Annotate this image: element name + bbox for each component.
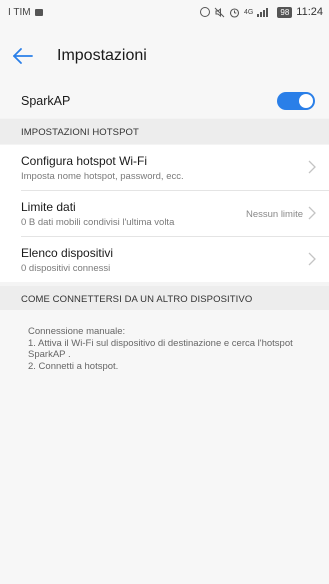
instructions-line-2: 1. Attiva il Wi-Fi sul dispositivo di de… <box>28 337 293 361</box>
sparkap-row: SparkAP <box>0 86 329 118</box>
sparkap-toggle[interactable] <box>277 92 315 110</box>
mute-icon <box>214 7 225 17</box>
chevron-right-icon <box>308 160 316 174</box>
back-button[interactable] <box>10 44 36 68</box>
settings-list: Configura hotspot Wi-Fi Imposta nome hot… <box>0 145 329 282</box>
sim-icon <box>34 9 43 16</box>
connection-instructions: Connessione manuale: 1. Attiva il Wi-Fi … <box>28 326 318 372</box>
chevron-right-icon <box>308 252 316 266</box>
item-title: Configura hotspot Wi-Fi <box>21 154 148 168</box>
list-item-data-limit[interactable]: Limite dati 0 B dati mobili condivisi l'… <box>21 190 329 236</box>
instructions-line-3: 2. Connetti a hotspot. <box>28 360 119 372</box>
section-header-connect-label: COME CONNETTERSI DA UN ALTRO DISPOSITIVO <box>21 294 253 305</box>
item-title: Limite dati <box>21 200 76 214</box>
arrow-left-icon <box>13 48 33 64</box>
item-title: Elenco dispositivi <box>21 246 114 260</box>
instructions-area: Connessione manuale: 1. Attiva il Wi-Fi … <box>0 310 329 584</box>
network-type: 4G <box>244 8 254 16</box>
item-subtitle: 0 B dati mobili condivisi l'ultima volta <box>21 217 175 228</box>
item-subtitle: 0 dispositivi connessi <box>21 263 111 274</box>
chevron-right-icon <box>308 206 316 220</box>
section-header-hotspot: IMPOSTAZIONI HOTSPOT <box>0 119 329 144</box>
app-header: Impostazioni <box>0 26 329 86</box>
toggle-knob <box>299 94 313 108</box>
nfc-icon <box>200 7 211 17</box>
page-title: Impostazioni <box>57 47 147 64</box>
item-subtitle: Imposta nome hotspot, password, ecc. <box>21 171 184 182</box>
sparkap-label: SparkAP <box>21 94 71 108</box>
clock: 11:24 <box>296 6 323 18</box>
list-item-device-list[interactable]: Elenco dispositivi 0 dispositivi conness… <box>21 236 329 282</box>
alarm-icon <box>229 7 240 18</box>
list-item-configure-hotspot[interactable]: Configura hotspot Wi-Fi Imposta nome hot… <box>0 145 329 190</box>
section-header-connect: COME CONNETTERSI DA UN ALTRO DISPOSITIVO <box>0 286 329 311</box>
status-left: I TIM <box>8 7 43 18</box>
status-bar: I TIM 4G 98 11:24 <box>0 0 329 26</box>
status-right: 4G 98 11:24 <box>200 6 323 18</box>
section-header-hotspot-label: IMPOSTAZIONI HOTSPOT <box>21 127 139 138</box>
carrier-label: I TIM <box>8 7 31 18</box>
instructions-line-1: Connessione manuale: <box>28 326 126 337</box>
signal-icon <box>257 7 273 17</box>
item-value: Nessun limite <box>245 209 303 220</box>
battery-icon: 98 <box>277 6 293 18</box>
